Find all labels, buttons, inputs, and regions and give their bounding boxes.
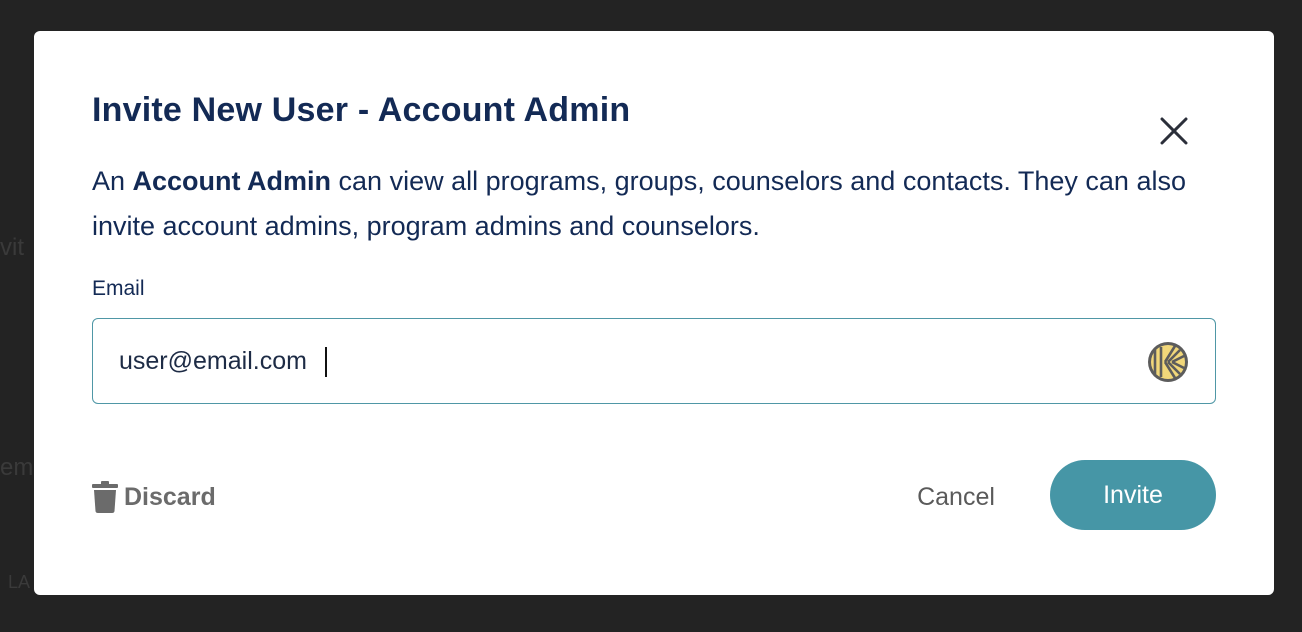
close-icon: [1160, 117, 1188, 145]
email-field-container: [92, 318, 1216, 404]
text-caret: [325, 347, 327, 377]
dialog-title: Invite New User - Account Admin: [92, 91, 631, 129]
invite-user-dialog: Invite New User - Account Admin An Accou…: [34, 31, 1274, 595]
cancel-button[interactable]: Cancel: [906, 479, 1006, 515]
invite-button[interactable]: Invite: [1050, 460, 1216, 530]
description-prefix: An: [92, 166, 133, 196]
email-label: Email: [92, 277, 145, 300]
keeper-icon[interactable]: [1147, 341, 1189, 383]
background-text-fragment: LA: [8, 572, 31, 592]
discard-label: Discard: [124, 482, 216, 511]
dialog-description: An Account Admin can view all programs, …: [92, 159, 1192, 249]
background-text-fragment: vit: [0, 234, 24, 261]
trash-icon: [92, 481, 118, 513]
discard-button[interactable]: Discard: [92, 481, 216, 513]
email-field[interactable]: [119, 339, 1099, 383]
close-button[interactable]: [1154, 111, 1194, 151]
description-role: Account Admin: [132, 166, 332, 196]
